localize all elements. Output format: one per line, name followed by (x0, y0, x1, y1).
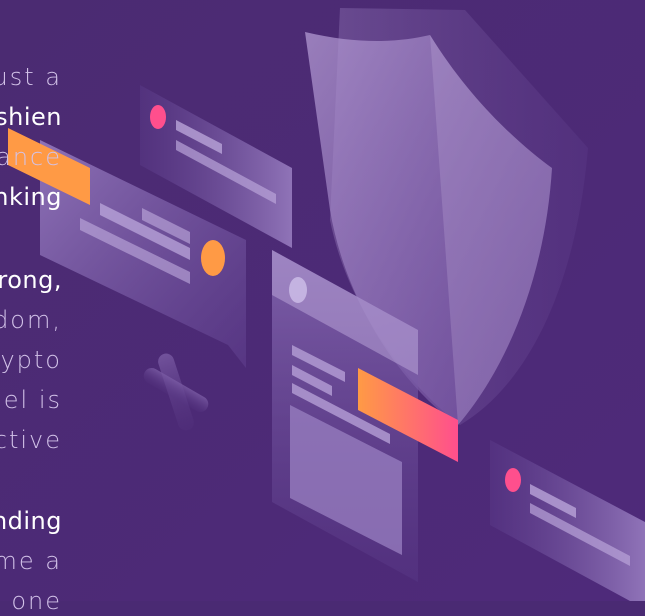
text-line: ctive (0, 426, 62, 454)
text-line: one (11, 587, 62, 615)
text-line: me a (0, 547, 62, 575)
text-line: ance (0, 143, 62, 171)
text-line: rypto (0, 346, 62, 374)
text-line: rong, (0, 266, 62, 294)
text-line: dom, (0, 306, 62, 334)
text-line: del is (0, 386, 62, 414)
text-line: nding (0, 507, 62, 535)
text-line: nking (0, 183, 62, 211)
text-line: shien (0, 103, 62, 131)
text-line: ust a (0, 63, 62, 91)
security-illustration (0, 0, 645, 601)
